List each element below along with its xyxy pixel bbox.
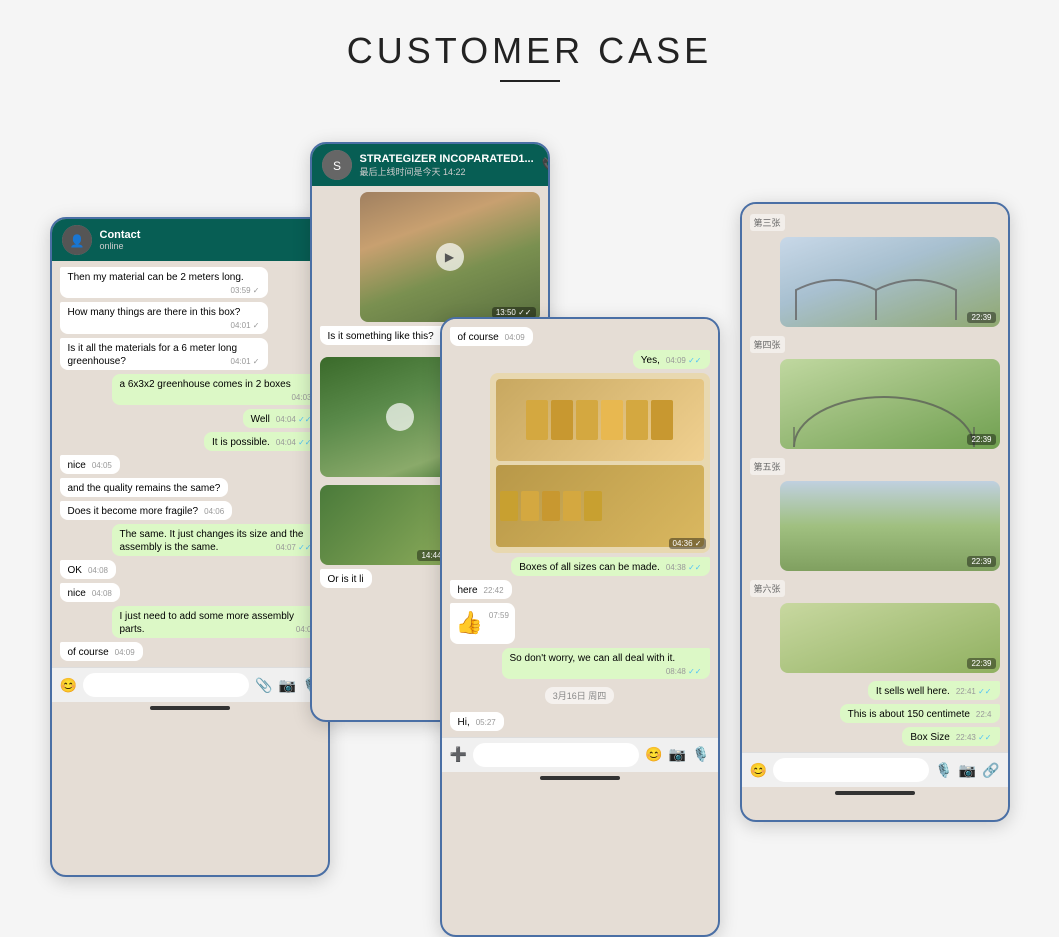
msg-5: Well 04:04 ✓✓ [243, 409, 320, 428]
mic-icon-mb: 🎙️ [692, 746, 709, 763]
camera-icon-mb: 📷 [669, 746, 686, 763]
chat-name-middle-top: STRATEGIZER INCOPARATED1... [360, 153, 534, 165]
msg-3: Is it all the materials for a 6 meter lo… [60, 338, 268, 370]
chat-card-left: 👤 Contact online Then my material can be… [50, 217, 330, 877]
msg-12: nice 04:08 [60, 583, 120, 602]
chat-body-right: 第三张 22:39 第四张 [742, 204, 1008, 752]
screenshots-container: 👤 Contact online Then my material can be… [50, 122, 1010, 842]
msg-6: It is possible. 04:04 ✓✓ [204, 432, 319, 451]
avatar-left: 👤 [62, 225, 92, 255]
add-icon-mb: ➕ [450, 746, 467, 763]
thumbnail-image: 14:44 [320, 485, 450, 565]
chat-input-left[interactable] [83, 673, 249, 697]
phone-icon[interactable]: 📞 [542, 157, 550, 174]
section-label-3: 第三张 [750, 214, 785, 231]
chat-body-left: Then my material can be 2 meters long. 0… [52, 261, 328, 667]
msg-mt-2: Or is it li [320, 569, 372, 588]
section-label-5: 第五张 [750, 458, 785, 475]
mic-icon-right: 🎙️ [935, 762, 952, 779]
msg-mb-6: So don't worry, we can all deal with it.… [502, 648, 710, 679]
attach-icon-left: 📎 [255, 677, 272, 694]
chat-input-right[interactable] [773, 758, 929, 782]
msg-2: How many things are there in this box? 0… [60, 302, 268, 333]
right-image-4: 22:39 [780, 603, 1000, 673]
msg-9: Does it become more fragile? 04:06 [60, 501, 233, 520]
chat-header-info-left: Contact online [100, 229, 318, 251]
chat-header-left: 👤 Contact online [52, 219, 328, 261]
chat-card-right: 第三张 22:39 第四张 [740, 202, 1010, 822]
msg-r-3: Box Size 22:43 ✓✓ [902, 727, 999, 746]
chat-status-middle-top: 最后上线时间是今天 14:22 [360, 165, 534, 178]
msg-1: Then my material can be 2 meters long. 0… [60, 267, 268, 298]
section-label-4: 第四张 [750, 336, 785, 353]
msg-mb-3: Boxes of all sizes can be made. 04:38 ✓✓ [511, 557, 709, 576]
msg-mb-2: Yes, 04:09 ✓✓ [633, 350, 710, 369]
msg-mb-4: here 22:42 [450, 580, 512, 599]
msg-13: I just need to add some more assembly pa… [112, 606, 320, 638]
right-image-1: 22:39 [780, 237, 1000, 327]
msg-14: of course 04:09 [60, 642, 143, 661]
msg-r-1: It sells well here. 22:41 ✓✓ [868, 681, 1000, 700]
chat-name-left: Contact [100, 229, 318, 241]
home-indicator-left [150, 706, 230, 710]
home-indicator-mb [540, 776, 620, 780]
right-image-2: 22:39 [780, 359, 1000, 449]
chat-header-middle-top: S STRATEGIZER INCOPARATED1... 最后上线时间是今天 … [312, 144, 548, 186]
page-title: CUSTOMER CASE [347, 30, 712, 72]
svg-text:S: S [332, 159, 340, 173]
boxes-image: 04:36 ✓ [490, 373, 710, 553]
msg-7: nice 04:05 [60, 455, 120, 474]
svg-text:👤: 👤 [69, 234, 84, 248]
date-divider: 3月16日 周四 [545, 687, 615, 704]
construction-image: 13:50 ✓✓ [360, 192, 540, 322]
msg-mb-5: 👍 07:59 [450, 603, 515, 644]
emoji-icon-left: 😊 [60, 677, 77, 694]
msg-mb-7: Hi, 05:27 [450, 712, 504, 731]
msg-4: a 6x3x2 greenhouse comes in 2 boxes 04:0… [112, 374, 320, 405]
msg-11: OK 04:08 [60, 560, 116, 579]
chat-header-info-middle-top: STRATEGIZER INCOPARATED1... 最后上线时间是今天 14… [360, 153, 534, 178]
chat-card-middle-bottom: of course 04:09 Yes, 04:09 ✓✓ [440, 317, 720, 937]
title-underline [500, 80, 560, 82]
msg-mb-1: of course 04:09 [450, 327, 533, 346]
right-image-3: 22:39 [780, 481, 1000, 571]
camera-icon-left: 📷 [279, 677, 296, 694]
camera-icon-right: 📷 [959, 762, 976, 779]
chat-body-middle-bottom: of course 04:09 Yes, 04:09 ✓✓ [442, 319, 718, 737]
avatar-middle-top: S [322, 150, 352, 180]
chat-input-mb[interactable] [473, 743, 639, 767]
attach-icon-right: 🔗 [982, 762, 999, 779]
msg-10: The same. It just changes its size and t… [112, 524, 320, 556]
section-label-6: 第六张 [750, 580, 785, 597]
emoji-icon-mb: 😊 [645, 746, 662, 763]
msg-8: and the quality remains the same? [60, 478, 229, 497]
msg-r-2: This is about 150 centimete 22:4 [840, 704, 1000, 723]
chat-input-bar-right[interactable]: 😊 🎙️ 📷 🔗 [742, 752, 1008, 787]
chat-input-bar-left[interactable]: 😊 📎 📷 🎙️ [52, 667, 328, 702]
chat-input-bar-mb[interactable]: ➕ 😊 📷 🎙️ [442, 737, 718, 772]
emoji-icon-right: 😊 [750, 762, 767, 779]
home-indicator-right [835, 791, 915, 795]
chat-status-left: online [100, 241, 318, 251]
